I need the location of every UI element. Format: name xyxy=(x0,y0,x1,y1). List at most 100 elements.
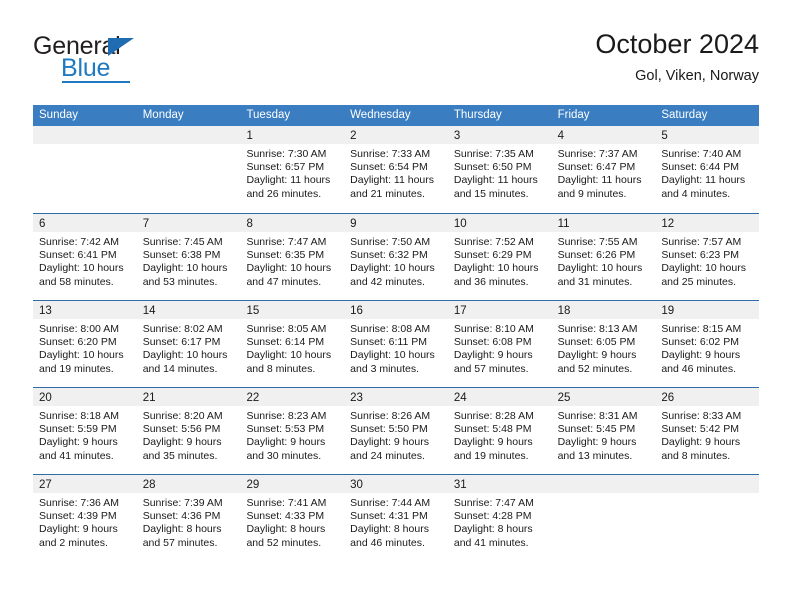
calendar-day-cell[interactable]: 8 Sunrise: 7:47 AM Sunset: 6:35 PM Daylight… xyxy=(240,214,345,300)
day-sun-info: Sunrise: 7:50 AM Sunset: 6:32 PM Daylight:… xyxy=(344,232,448,289)
calendar-week-row: 27 Sunrise: 7:36 AM Sunset: 4:39 PM Dayligh… xyxy=(33,474,760,561)
day-number-band: 2 xyxy=(344,126,448,144)
day-sun-info: Sunrise: 8:23 AM Sunset: 5:53 PM Daylight:… xyxy=(240,406,344,463)
daylight-text: Daylight: 9 hours and 52 minutes. xyxy=(557,349,637,375)
logo-text-blue: Blue xyxy=(61,54,111,82)
day-number-band: 19 xyxy=(655,301,760,319)
daylight-text: Daylight: 11 hours and 4 minutes. xyxy=(661,174,746,200)
day-sun-info: Sunrise: 8:05 AM Sunset: 6:14 PM Daylight:… xyxy=(240,319,344,376)
daylight-text: Daylight: 9 hours and 30 minutes. xyxy=(246,436,326,462)
sunrise-text: Sunrise: 7:35 AM xyxy=(453,148,534,160)
day-sun-info: Sunrise: 7:47 AM Sunset: 6:35 PM Daylight:… xyxy=(240,232,344,289)
day-sun-info: Sunrise: 7:45 AM Sunset: 6:38 PM Daylight:… xyxy=(137,232,241,289)
day-number-band: 16 xyxy=(344,301,448,319)
calendar-day-cell[interactable]: 18 Sunrise: 8:13 AM Sunset: 6:05 PM Dayligh… xyxy=(551,301,656,387)
daylight-text: Daylight: 10 hours and 42 minutes. xyxy=(350,262,435,288)
daylight-text: Daylight: 10 hours and 3 minutes. xyxy=(350,349,435,375)
calendar-day-cell[interactable]: 23 Sunrise: 8:26 AM Sunset: 5:50 PM Dayligh… xyxy=(344,388,448,474)
daylight-text: Daylight: 10 hours and 25 minutes. xyxy=(661,262,746,288)
day-number-band: 5 xyxy=(655,126,760,144)
sunset-text: Sunset: 6:23 PM xyxy=(661,249,739,262)
calendar-day-cell[interactable]: 13 Sunrise: 8:00 AM Sunset: 6:20 PM Dayligh… xyxy=(33,301,137,387)
sunset-text: Sunset: 5:45 PM xyxy=(557,423,636,436)
sunset-text: Sunset: 6:14 PM xyxy=(246,336,325,349)
day-number-band: 7 xyxy=(136,214,241,232)
calendar-day-cell[interactable]: 25 Sunrise: 8:31 AM Sunset: 5:45 PM Dayligh… xyxy=(551,388,656,474)
calendar-day-cell[interactable]: 7 Sunrise: 7:45 AM Sunset: 6:38 PM Daylight… xyxy=(136,214,241,300)
daylight-text: Daylight: 10 hours and 53 minutes. xyxy=(142,262,228,288)
sunset-text: Sunset: 6:26 PM xyxy=(557,249,636,262)
day-sun-info: Sunrise: 8:28 AM Sunset: 5:48 PM Daylight:… xyxy=(448,406,552,463)
calendar-day-cell[interactable]: 31 Sunrise: 7:47 AM Sunset: 4:28 PM Dayligh… xyxy=(447,475,552,561)
calendar-day-cell[interactable]: 9 Sunrise: 7:50 AM Sunset: 6:32 PM Daylight… xyxy=(344,214,448,300)
day-number-band xyxy=(655,475,760,493)
daylight-text: Daylight: 11 hours and 26 minutes. xyxy=(246,174,331,200)
calendar-day-cell[interactable]: 27 Sunrise: 7:36 AM Sunset: 4:39 PM Dayligh… xyxy=(33,475,137,561)
daylight-text: Daylight: 9 hours and 46 minutes. xyxy=(661,349,741,375)
day-number-band: 11 xyxy=(551,214,656,232)
day-number-band: 3 xyxy=(447,126,552,144)
calendar-day-cell[interactable]: 6 Sunrise: 7:42 AM Sunset: 6:41 PM Daylight… xyxy=(33,214,137,300)
day-number-band: 13 xyxy=(33,301,137,319)
calendar-day-cell[interactable]: 21 Sunrise: 8:20 AM Sunset: 5:56 PM Dayligh… xyxy=(136,388,241,474)
day-sun-info: Sunrise: 8:33 AM Sunset: 5:42 PM Daylight:… xyxy=(655,406,759,463)
calendar-day-cell[interactable]: 24 Sunrise: 8:28 AM Sunset: 5:48 PM Dayligh… xyxy=(447,388,552,474)
calendar-day-cell[interactable]: 4 Sunrise: 7:37 AM Sunset: 6:47 PM Daylight… xyxy=(551,126,656,213)
day-number-band: 25 xyxy=(551,388,656,406)
daylight-text: Daylight: 9 hours and 2 minutes. xyxy=(39,523,118,549)
calendar-day-cell[interactable]: 28 Sunrise: 7:39 AM Sunset: 4:36 PM Dayligh… xyxy=(136,475,241,561)
sunset-text: Sunset: 6:35 PM xyxy=(246,249,325,262)
calendar-day-cell[interactable]: 26 Sunrise: 8:33 AM Sunset: 5:42 PM Dayligh… xyxy=(655,388,760,474)
calendar-week-row: 13 Sunrise: 8:00 AM Sunset: 6:20 PM Dayligh… xyxy=(33,300,760,387)
sunset-text: Sunset: 5:59 PM xyxy=(39,423,117,436)
calendar-day-cell[interactable]: 29 Sunrise: 7:41 AM Sunset: 4:33 PM Dayligh… xyxy=(240,475,345,561)
calendar-day-cell[interactable]: 1 Sunrise: 7:30 AM Sunset: 6:57 PM Daylight… xyxy=(240,126,345,213)
day-sun-info: Sunrise: 7:57 AM Sunset: 6:23 PM Daylight:… xyxy=(655,232,759,289)
day-number: 20 xyxy=(39,392,52,404)
calendar-day-cell[interactable]: 11 Sunrise: 7:55 AM Sunset: 6:26 PM Dayligh… xyxy=(551,214,656,300)
sunset-text: Sunset: 4:31 PM xyxy=(350,510,428,523)
daylight-text: Daylight: 10 hours and 36 minutes. xyxy=(453,262,539,288)
calendar-day-cell[interactable]: 10 Sunrise: 7:52 AM Sunset: 6:29 PM Dayligh… xyxy=(447,214,552,300)
day-number-band: 22 xyxy=(240,388,345,406)
sunset-text: Sunset: 5:56 PM xyxy=(142,423,221,436)
calendar-day-cell[interactable]: 15 Sunrise: 8:05 AM Sunset: 6:14 PM Dayligh… xyxy=(240,301,345,387)
sunrise-text: Sunrise: 7:47 AM xyxy=(246,236,327,248)
sunset-text: Sunset: 4:39 PM xyxy=(39,510,117,523)
calendar-day-cell[interactable]: 5 Sunrise: 7:40 AM Sunset: 6:44 PM Daylight… xyxy=(655,126,760,213)
calendar-day-cell[interactable]: 22 Sunrise: 8:23 AM Sunset: 5:53 PM Dayligh… xyxy=(240,388,345,474)
day-sun-info: Sunrise: 7:55 AM Sunset: 6:26 PM Daylight:… xyxy=(552,232,656,289)
day-number: 15 xyxy=(246,305,260,317)
day-number-band: 9 xyxy=(344,214,448,232)
day-number: 25 xyxy=(557,392,571,404)
daylight-text: Daylight: 10 hours and 19 minutes. xyxy=(39,349,124,375)
daylight-text: Daylight: 9 hours and 41 minutes. xyxy=(39,436,118,462)
day-number-band: 18 xyxy=(551,301,656,319)
daylight-text: Daylight: 10 hours and 14 minutes. xyxy=(142,349,228,375)
day-sun-info: Sunrise: 8:26 AM Sunset: 5:50 PM Daylight:… xyxy=(344,406,448,463)
calendar-day-cell[interactable]: 30 Sunrise: 7:44 AM Sunset: 4:31 PM Dayligh… xyxy=(344,475,448,561)
generalblue-logo[interactable]: General Blue xyxy=(33,34,253,94)
day-number: 16 xyxy=(350,305,363,317)
calendar-day-cell[interactable]: 12 Sunrise: 7:57 AM Sunset: 6:23 PM Dayligh… xyxy=(655,214,760,300)
calendar-day-cell[interactable]: 3 Sunrise: 7:35 AM Sunset: 6:50 PM Daylight… xyxy=(447,126,552,213)
calendar-day-cell[interactable]: 16 Sunrise: 8:08 AM Sunset: 6:11 PM Dayligh… xyxy=(344,301,448,387)
calendar-day-cell[interactable]: 19 Sunrise: 8:15 AM Sunset: 6:02 PM Dayligh… xyxy=(655,301,760,387)
calendar-day-cell[interactable]: 17 Sunrise: 8:10 AM Sunset: 6:08 PM Dayligh… xyxy=(447,301,552,387)
sunset-text: Sunset: 6:41 PM xyxy=(39,249,117,262)
sunset-text: Sunset: 4:33 PM xyxy=(246,510,325,523)
calendar-day-cell[interactable]: 20 Sunrise: 8:18 AM Sunset: 5:59 PM Dayligh… xyxy=(33,388,137,474)
day-number-band: 24 xyxy=(447,388,552,406)
sunrise-text: Sunrise: 8:28 AM xyxy=(453,410,534,422)
day-number-band: 31 xyxy=(447,475,552,493)
day-sun-info: Sunrise: 8:15 AM Sunset: 6:02 PM Daylight:… xyxy=(655,319,759,376)
calendar-day-cell[interactable]: 2 Sunrise: 7:33 AM Sunset: 6:54 PM Daylight… xyxy=(344,126,448,213)
sunrise-text: Sunrise: 8:15 AM xyxy=(661,323,742,335)
day-sun-info: Sunrise: 8:10 AM Sunset: 6:08 PM Daylight:… xyxy=(448,319,552,376)
calendar-day-cell[interactable]: 14 Sunrise: 8:02 AM Sunset: 6:17 PM Dayligh… xyxy=(136,301,241,387)
daylight-text: Daylight: 11 hours and 15 minutes. xyxy=(453,174,538,200)
blue-triangle-icon xyxy=(108,38,134,56)
sunset-text: Sunset: 6:29 PM xyxy=(453,249,532,262)
title-block: October 2024 Gol, Viken, Norway xyxy=(595,28,759,86)
daylight-text: Daylight: 9 hours and 35 minutes. xyxy=(142,436,222,462)
